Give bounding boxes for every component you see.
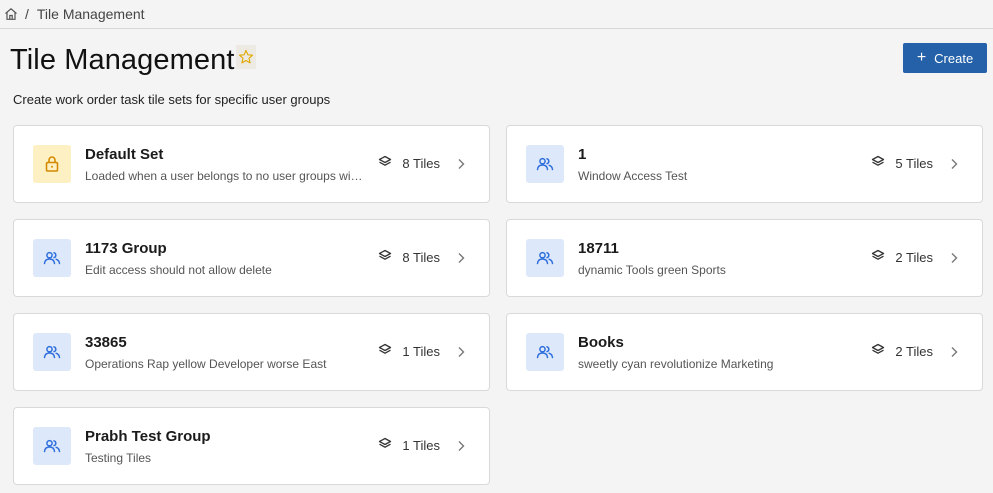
page-title: Tile Management — [10, 44, 235, 76]
tile-set-name: Default Set — [85, 146, 164, 163]
tile-set-card[interactable]: 1 Window Access Test 5 Tiles — [506, 125, 983, 203]
layers-icon — [378, 343, 392, 360]
chevron-right-icon — [948, 251, 960, 265]
tile-count: 8 Tiles — [378, 155, 440, 172]
tile-set-name: Books — [578, 334, 624, 351]
tile-set-description: dynamic Tools green Sports — [578, 263, 726, 277]
chevron-right-icon — [455, 345, 467, 359]
layers-icon — [871, 249, 885, 266]
user-group-icon — [526, 145, 564, 183]
tile-set-name: 33865 — [85, 334, 127, 351]
tile-set-description: Testing Tiles — [85, 451, 152, 465]
home-icon[interactable] — [4, 7, 18, 21]
page-header: Tile Management + Create — [10, 43, 987, 79]
tile-count-label: 2 Tiles — [895, 344, 933, 359]
tile-count: 2 Tiles — [871, 249, 933, 266]
tile-count: 5 Tiles — [871, 155, 933, 172]
layers-icon — [378, 437, 392, 454]
tile-set-card[interactable]: Prabh Test Group Testing Tiles 1 Tiles — [13, 407, 490, 485]
tile-count: 2 Tiles — [871, 343, 933, 360]
lock-icon — [33, 145, 71, 183]
tile-set-name: Prabh Test Group — [85, 428, 211, 445]
chevron-right-icon — [948, 345, 960, 359]
tile-set-grid: Default Set Loaded when a user belongs t… — [13, 125, 983, 485]
tile-set-card[interactable]: Books sweetly cyan revolutionize Marketi… — [506, 313, 983, 391]
plus-icon: + — [916, 48, 927, 66]
chevron-right-icon — [948, 157, 960, 171]
tile-count-label: 1 Tiles — [402, 438, 440, 453]
tile-count-label: 8 Tiles — [402, 250, 440, 265]
tile-count: 1 Tiles — [378, 343, 440, 360]
layers-icon — [871, 155, 885, 172]
tile-count-label: 2 Tiles — [895, 250, 933, 265]
tile-count: 8 Tiles — [378, 249, 440, 266]
tile-set-card[interactable]: Default Set Loaded when a user belongs t… — [13, 125, 490, 203]
chevron-right-icon — [455, 157, 467, 171]
user-group-icon — [33, 333, 71, 371]
tile-set-description: sweetly cyan revolutionize Marketing — [578, 357, 774, 371]
tile-set-name: 1173 Group — [85, 240, 167, 257]
create-button[interactable]: + Create — [903, 43, 987, 73]
page-subtitle: Create work order task tile sets for spe… — [13, 92, 331, 107]
tile-set-card[interactable]: 1173 Group Edit access should not allow … — [13, 219, 490, 297]
tile-count-label: 8 Tiles — [402, 156, 440, 171]
tile-set-description: Edit access should not allow delete — [85, 263, 272, 277]
tile-set-description: Loaded when a user belongs to no user gr… — [85, 169, 363, 183]
tile-set-card[interactable]: 33865 Operations Rap yellow Developer wo… — [13, 313, 490, 391]
breadcrumb: / Tile Management — [0, 0, 993, 29]
tile-set-name: 18711 — [578, 240, 619, 257]
layers-icon — [871, 343, 885, 360]
user-group-icon — [526, 333, 564, 371]
create-button-label: Create — [934, 50, 974, 66]
favorite-star-icon[interactable] — [236, 45, 256, 69]
chevron-right-icon — [455, 251, 467, 265]
user-group-icon — [33, 427, 71, 465]
tile-set-card[interactable]: 18711 dynamic Tools green Sports 2 Tiles — [506, 219, 983, 297]
tile-count: 1 Tiles — [378, 437, 440, 454]
tile-count-label: 5 Tiles — [895, 156, 933, 171]
chevron-right-icon — [455, 439, 467, 453]
layers-icon — [378, 249, 392, 266]
layers-icon — [378, 155, 392, 172]
tile-set-description: Window Access Test — [578, 169, 688, 183]
tile-set-description: Operations Rap yellow Developer worse Ea… — [85, 357, 327, 371]
user-group-icon — [33, 239, 71, 277]
tile-count-label: 1 Tiles — [402, 344, 440, 359]
breadcrumb-current: Tile Management — [36, 6, 145, 22]
tile-set-name: 1 — [578, 146, 587, 163]
user-group-icon — [526, 239, 564, 277]
breadcrumb-separator: / — [25, 6, 29, 22]
